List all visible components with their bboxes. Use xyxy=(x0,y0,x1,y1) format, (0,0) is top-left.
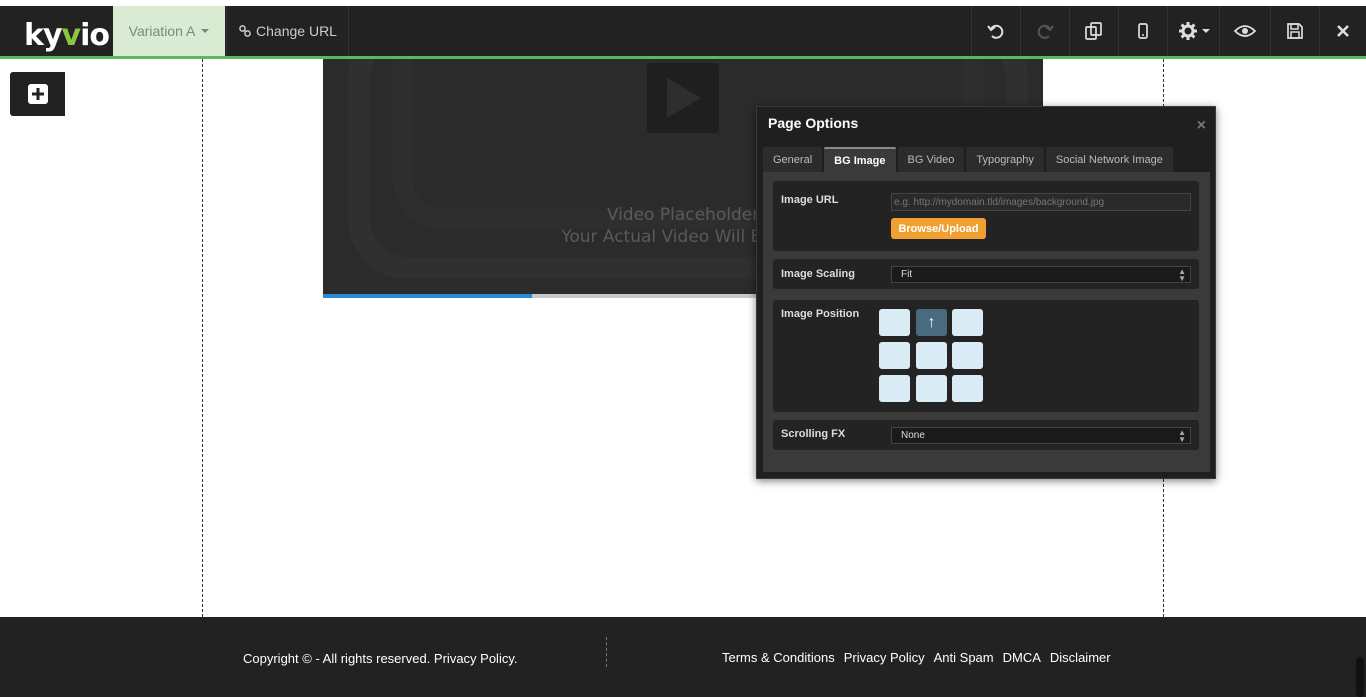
mobile-view-button[interactable] xyxy=(1118,6,1167,56)
page-scrollbar[interactable] xyxy=(1356,657,1364,697)
panel-tabs: General BG Image BG Video Typography Soc… xyxy=(763,147,1173,172)
video-progress-fill xyxy=(323,294,532,298)
duplicate-icon xyxy=(1085,22,1102,40)
footer-copyright: Copyright © - All rights reserved. Priva… xyxy=(243,651,518,666)
logo-text-left: ky xyxy=(24,18,63,53)
select-arrows-icon: ▲ ▼ xyxy=(1178,267,1186,283)
footer-links: Terms & Conditions Privacy Policy Anti S… xyxy=(722,650,1111,665)
position-top-right[interactable] xyxy=(952,309,983,336)
tab-typography[interactable]: Typography xyxy=(966,147,1044,172)
tab-bg-video[interactable]: BG Video xyxy=(897,147,965,172)
image-scaling-row: Image Scaling Fit ▲ ▼ xyxy=(773,259,1199,289)
kyvio-logo[interactable]: kyvio xyxy=(24,18,110,53)
scrolling-fx-select[interactable]: None ▲ ▼ xyxy=(891,427,1191,444)
add-element-button[interactable] xyxy=(10,72,65,116)
logo-text-v: v xyxy=(61,18,82,53)
browse-upload-button[interactable]: Browse/Upload xyxy=(891,218,986,239)
mobile-icon xyxy=(1138,23,1148,39)
position-bottom-center[interactable] xyxy=(916,375,947,402)
undo-icon xyxy=(987,24,1004,39)
close-editor-button[interactable] xyxy=(1319,6,1366,56)
image-url-row: Image URL e.g. http://mydomain.tld/image… xyxy=(773,181,1199,251)
position-middle-right[interactable] xyxy=(952,342,983,369)
close-icon xyxy=(1337,25,1349,37)
position-top-center[interactable]: ↑ xyxy=(916,309,947,336)
image-scaling-value: Fit xyxy=(901,269,913,280)
link-icon xyxy=(239,25,251,37)
arrow-up-icon: ↑ xyxy=(927,313,936,331)
image-position-row: Image Position ↑ xyxy=(773,300,1199,412)
position-bottom-right[interactable] xyxy=(952,375,983,402)
footer-divider xyxy=(606,637,607,667)
position-center[interactable] xyxy=(916,342,947,369)
scrolling-fx-value: None xyxy=(901,430,925,441)
preview-icon xyxy=(1234,25,1256,37)
save-button[interactable] xyxy=(1270,6,1319,56)
editor-toolbar: kyvio Variation A Change URL xyxy=(0,6,1366,56)
variation-label: Variation A xyxy=(128,23,196,39)
footer-link-dmca[interactable]: DMCA xyxy=(1003,650,1041,665)
footer-link-terms[interactable]: Terms & Conditions xyxy=(722,650,835,665)
footer-link-disclaimer[interactable]: Disclaimer xyxy=(1050,650,1111,665)
page-footer: Copyright © - All rights reserved. Priva… xyxy=(0,617,1366,697)
image-url-placeholder: e.g. http://mydomain.tld/images/backgrou… xyxy=(894,196,1105,208)
footer-link-privacy[interactable]: Privacy Policy xyxy=(844,650,925,665)
position-top-left[interactable] xyxy=(879,309,910,336)
change-url-label: Change URL xyxy=(256,23,337,39)
undo-button[interactable] xyxy=(971,6,1020,56)
redo-button[interactable] xyxy=(1020,6,1069,56)
position-bottom-left[interactable] xyxy=(879,375,910,402)
play-icon xyxy=(667,78,701,118)
change-url-button[interactable]: Change URL xyxy=(226,6,349,56)
scrolling-fx-label: Scrolling FX xyxy=(781,428,846,440)
save-icon xyxy=(1287,23,1303,39)
plus-square-icon xyxy=(27,84,48,104)
play-button[interactable] xyxy=(647,63,719,133)
gear-icon xyxy=(1178,22,1197,40)
chevron-down-icon xyxy=(201,29,210,33)
redo-icon xyxy=(1037,24,1054,39)
panel-close-icon[interactable]: × xyxy=(1197,117,1206,135)
tab-social-network-image[interactable]: Social Network Image xyxy=(1045,147,1173,172)
chevron-down-icon xyxy=(1201,29,1210,33)
panel-title: Page Options xyxy=(768,115,859,131)
preview-button[interactable] xyxy=(1219,6,1270,56)
page-options-panel: Page Options × General BG Image BG Video… xyxy=(756,106,1216,479)
position-middle-left[interactable] xyxy=(879,342,910,369)
footer-link-anti-spam[interactable]: Anti Spam xyxy=(934,650,994,665)
image-scaling-select[interactable]: Fit ▲ ▼ xyxy=(891,266,1191,283)
variation-dropdown[interactable]: Variation A xyxy=(113,6,225,56)
tab-bg-image[interactable]: BG Image xyxy=(824,147,896,172)
image-position-label: Image Position xyxy=(781,308,860,320)
image-scaling-label: Image Scaling xyxy=(781,268,855,280)
select-arrows-icon: ▲ ▼ xyxy=(1178,428,1186,444)
image-url-input[interactable]: e.g. http://mydomain.tld/images/backgrou… xyxy=(891,193,1191,211)
content-guide-left xyxy=(202,59,203,697)
logo-text-right: io xyxy=(80,18,110,53)
scrolling-fx-row: Scrolling FX None ▲ ▼ xyxy=(773,420,1199,450)
duplicate-button[interactable] xyxy=(1069,6,1118,56)
image-url-label: Image URL xyxy=(781,194,839,206)
panel-body: Image URL e.g. http://mydomain.tld/image… xyxy=(763,172,1210,472)
settings-dropdown[interactable] xyxy=(1167,6,1219,56)
tab-general[interactable]: General xyxy=(763,147,823,172)
